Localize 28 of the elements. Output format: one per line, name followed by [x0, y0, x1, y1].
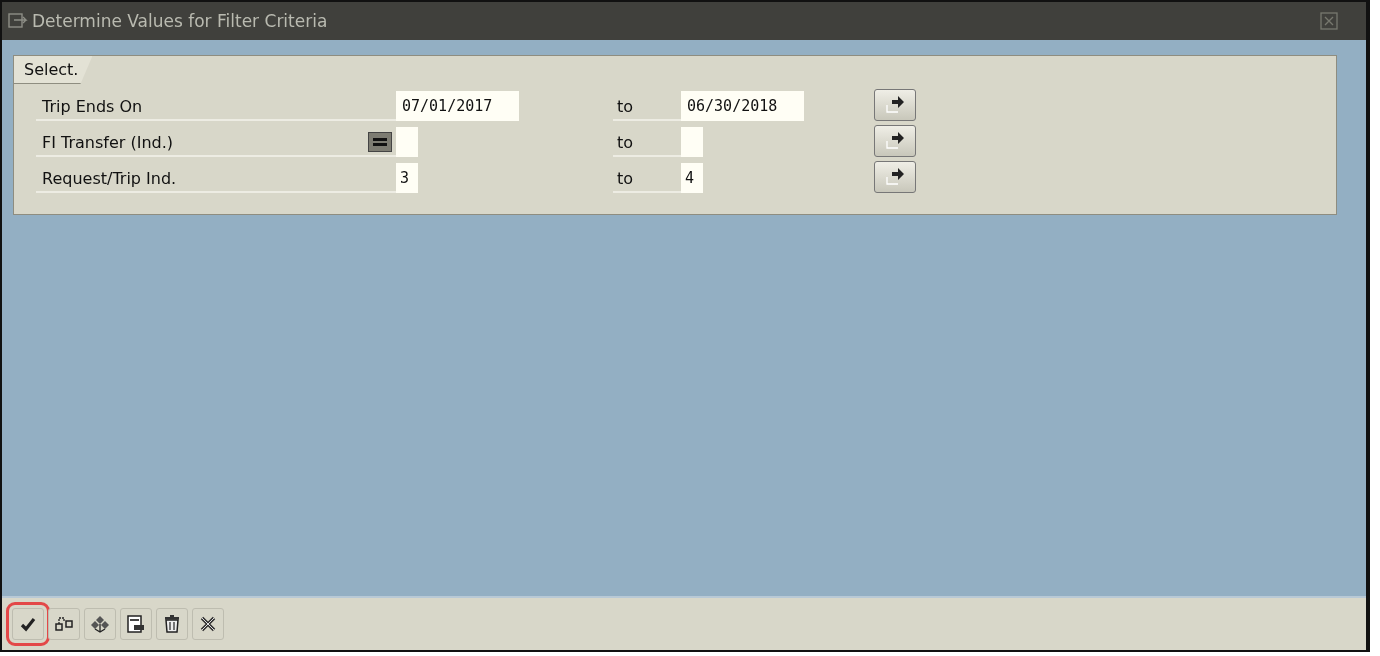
toolbar-button[interactable] — [48, 608, 80, 640]
equals-icon — [373, 137, 387, 147]
window-menu-icon[interactable] — [8, 12, 28, 30]
field-label: FI Transfer (Ind.) — [36, 129, 366, 157]
field-label: Trip Ends On — [36, 93, 366, 121]
from-field[interactable]: 07/01/2017 — [396, 91, 519, 121]
network-icon — [90, 614, 110, 634]
from-field[interactable] — [396, 127, 418, 157]
to-field[interactable]: 4 — [681, 163, 703, 193]
selection-option-button[interactable] — [368, 132, 392, 152]
layout-icon — [126, 614, 146, 634]
multiple-selection-button[interactable] — [874, 161, 916, 193]
toolbar-button[interactable] — [120, 608, 152, 640]
arrow-icon — [884, 95, 906, 115]
field-label: Request/Trip Ind. — [36, 165, 366, 193]
to-field[interactable]: 06/30/2018 — [681, 91, 804, 121]
arrow-icon — [884, 131, 906, 151]
cancel-icon — [198, 614, 218, 634]
to-field[interactable] — [681, 127, 703, 157]
window-title: Determine Values for Filter Criteria — [32, 11, 329, 31]
toolbar-button[interactable] — [192, 608, 224, 640]
multiple-selection-button[interactable] — [874, 89, 916, 121]
from-field[interactable]: 3 — [396, 163, 418, 193]
trash-icon — [162, 614, 182, 634]
toolbar-button[interactable] — [156, 608, 188, 640]
hierarchy-icon — [54, 614, 74, 634]
arrow-icon — [884, 167, 906, 187]
multiple-selection-button[interactable] — [874, 125, 916, 157]
